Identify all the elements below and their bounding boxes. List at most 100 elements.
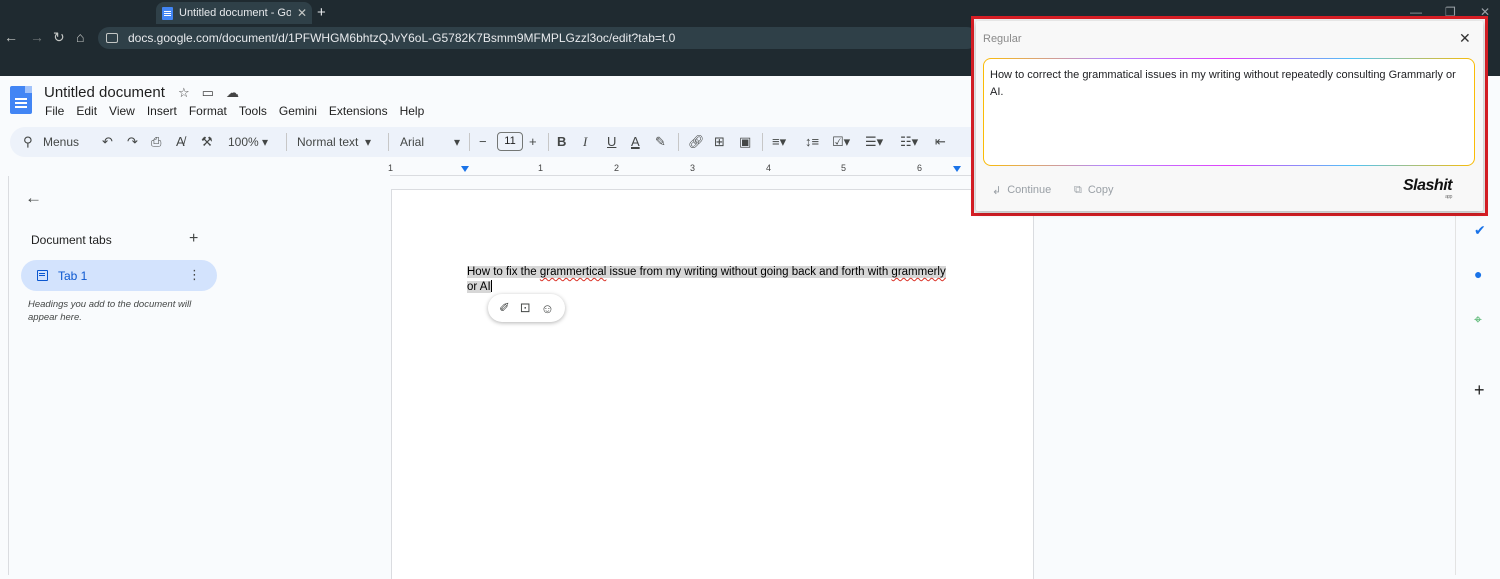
style-value: Normal text	[297, 135, 359, 149]
text-segment: issue from my writing without going back…	[606, 266, 892, 278]
ruler-tick: 1	[388, 163, 394, 173]
emoji-reaction-icon[interactable]: ☺	[541, 301, 554, 316]
close-icon[interactable]: ✕	[1459, 30, 1471, 47]
highlight-icon[interactable]: ✎	[655, 134, 666, 150]
toolbar-divider	[388, 133, 389, 151]
spellcheck-icon[interactable]: A̸	[176, 134, 185, 149]
ruler-tick: 1	[538, 163, 544, 173]
zoom-value: 100%	[228, 135, 259, 149]
star-icon[interactable]: ☆	[178, 85, 190, 101]
checklist-icon[interactable]: ☑▾	[832, 134, 850, 150]
browser-tab-title: Untitled document - Goo	[179, 7, 291, 19]
bold-icon[interactable]: B	[557, 134, 566, 149]
document-title[interactable]: Untitled document	[44, 84, 165, 101]
copy-button[interactable]: ⧉ Copy	[1074, 179, 1114, 201]
forward-icon[interactable]: →	[30, 29, 44, 45]
reload-icon[interactable]: ↻	[53, 29, 65, 46]
browser-tab[interactable]: Untitled document - Goo ✕	[156, 2, 312, 24]
underline-icon[interactable]: U	[607, 134, 616, 149]
add-tab-icon[interactable]: +	[189, 230, 198, 248]
insert-image-icon[interactable]: ▣	[739, 134, 751, 150]
font-size-input[interactable]: 11	[497, 132, 523, 151]
text-segment: How to fix the	[467, 266, 540, 278]
left-indent-marker-icon[interactable]	[461, 166, 469, 172]
url-text: docs.google.com/document/d/1PFWHGM6bhtzQ…	[128, 31, 676, 45]
popup-mode-label[interactable]: Regular	[983, 33, 1022, 45]
menu-insert[interactable]: Insert	[147, 104, 177, 118]
toolbar-divider	[678, 133, 679, 151]
floating-selection-toolbar: ✐ ⊡ ☺	[488, 294, 565, 322]
canvas-background	[1034, 176, 1454, 575]
continue-button[interactable]: ↲ Continue	[992, 179, 1051, 201]
new-tab-icon[interactable]: +	[317, 4, 326, 21]
home-icon[interactable]: ⌂	[76, 29, 84, 45]
misspelled-word[interactable]: grammerly	[891, 266, 945, 278]
cloud-saved-icon[interactable]: ☁	[226, 85, 239, 101]
insert-link-icon[interactable]: 🔗︎	[688, 134, 705, 150]
paint-format-icon[interactable]: ⚒	[201, 134, 213, 150]
headings-hint: Headings you add to the document will ap…	[28, 299, 192, 323]
document-tab-1[interactable]: Tab 1 ⋮	[21, 260, 217, 291]
menu-format[interactable]: Format	[189, 104, 227, 118]
document-tabs-heading: Document tabs	[31, 233, 112, 247]
menu-bar: File Edit View Insert Format Tools Gemin…	[45, 104, 424, 118]
document-page[interactable]	[391, 189, 1034, 579]
ruler-tick: 6	[917, 163, 923, 173]
ruler-baseline	[390, 175, 1033, 176]
undo-icon[interactable]: ↶	[102, 134, 113, 150]
ruler-tick: 4	[766, 163, 772, 173]
increase-font-icon[interactable]: +	[529, 134, 537, 149]
tasks-icon[interactable]: ✔	[1474, 222, 1486, 239]
menu-tools[interactable]: Tools	[239, 104, 267, 118]
contacts-icon[interactable]: ●	[1474, 266, 1482, 282]
add-addon-icon[interactable]: +	[1474, 380, 1485, 401]
align-icon[interactable]: ≡▾	[772, 134, 786, 150]
menus-search[interactable]: Menus	[43, 135, 79, 149]
bulleted-list-icon[interactable]: ☰▾	[865, 134, 883, 150]
menu-help[interactable]: Help	[400, 104, 425, 118]
add-comment-bubble-icon[interactable]: ⊡	[520, 300, 531, 316]
print-icon[interactable]: ⎙	[151, 134, 161, 150]
search-icon[interactable]: ⚲	[23, 134, 33, 150]
line-spacing-icon[interactable]: ↕≡	[805, 134, 819, 149]
menu-gemini[interactable]: Gemini	[279, 104, 317, 118]
text-color-icon[interactable]: A	[631, 134, 640, 149]
menu-extensions[interactable]: Extensions	[329, 104, 388, 118]
site-info-icon[interactable]	[106, 33, 118, 43]
ruler-tick: 2	[614, 163, 620, 173]
document-icon	[37, 270, 48, 281]
style-select[interactable]: Normal text ▾	[297, 135, 371, 149]
document-body-text[interactable]: How to fix the grammertical issue from m…	[467, 265, 957, 295]
font-value: Arial	[400, 135, 425, 149]
back-icon[interactable]: ←	[4, 29, 18, 45]
menu-file[interactable]: File	[45, 104, 64, 118]
menu-edit[interactable]: Edit	[76, 104, 97, 118]
zoom-select[interactable]: 100% ▾	[228, 135, 268, 149]
add-comment-icon[interactable]: ⊞	[714, 134, 725, 150]
copy-label: Copy	[1087, 184, 1114, 196]
url-field[interactable]: docs.google.com/document/d/1PFWHGM6bhtzQ…	[98, 27, 978, 49]
more-options-icon[interactable]: ⋮	[188, 267, 201, 283]
docs-logo-icon[interactable]	[10, 86, 32, 114]
horizontal-ruler[interactable]: 1 1 2 3 4 5 6	[388, 162, 1030, 176]
misspelled-word[interactable]: grammertical	[540, 266, 606, 278]
selected-text: How to fix the grammertical issue from m…	[467, 266, 946, 293]
numbered-list-icon[interactable]: ☷▾	[900, 134, 918, 150]
slashit-logo: Slashit	[1403, 177, 1452, 200]
menu-view[interactable]: View	[109, 104, 135, 118]
rewritten-text-field[interactable]: How to correct the grammatical issues in…	[983, 58, 1475, 166]
font-select[interactable]: Arial ▾	[400, 135, 460, 149]
right-indent-marker-icon[interactable]	[953, 166, 961, 172]
close-tab-icon[interactable]: ✕	[297, 6, 307, 20]
decrease-font-icon[interactable]: −	[479, 134, 487, 149]
redo-icon[interactable]: ↷	[127, 134, 138, 150]
italic-icon[interactable]: I	[583, 134, 587, 150]
document-tab-label: Tab 1	[58, 268, 88, 283]
move-folder-icon[interactable]: ▭	[202, 85, 214, 101]
back-arrow-icon[interactable]: ←	[25, 188, 42, 208]
help-me-write-icon[interactable]: ✐	[499, 300, 510, 316]
enter-icon: ↲	[992, 184, 1002, 197]
maps-icon[interactable]: ⌖	[1474, 311, 1482, 328]
decrease-indent-icon[interactable]: ⇤	[935, 134, 946, 150]
toolbar-divider	[548, 133, 549, 151]
